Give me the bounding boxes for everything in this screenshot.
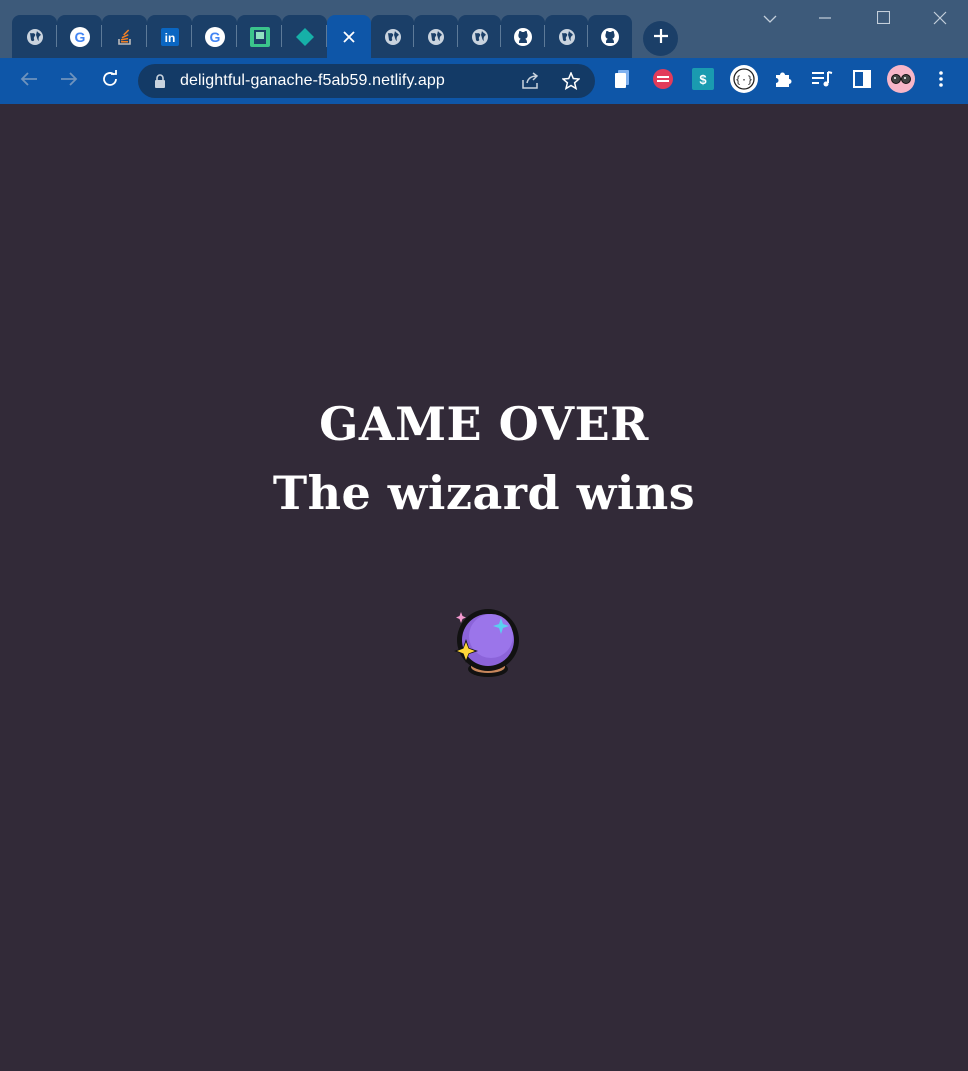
minimize-icon: [819, 11, 831, 29]
green-app-icon: [249, 26, 270, 47]
linkedin-icon: in: [160, 27, 180, 47]
tab-github-1[interactable]: [501, 15, 545, 58]
svg-text:$: $: [699, 72, 707, 87]
tab-globe-5[interactable]: [545, 15, 588, 58]
tab-google-2[interactable]: G: [192, 15, 237, 58]
page-viewport: GAME OVER The wizard wins: [0, 104, 968, 1071]
menu-button[interactable]: [929, 69, 953, 93]
forward-button[interactable]: [54, 66, 84, 96]
more-vert-icon: [938, 70, 944, 93]
arrow-right-icon: [60, 71, 78, 92]
stack-overflow-icon: [115, 27, 135, 47]
reload-button[interactable]: [95, 66, 125, 96]
maximize-button[interactable]: [871, 8, 895, 32]
extension-red[interactable]: [651, 68, 675, 95]
media-control-button[interactable]: [810, 69, 834, 93]
svg-text:G: G: [74, 29, 85, 45]
profile-button[interactable]: [886, 64, 916, 99]
tab-globe-3[interactable]: [414, 15, 458, 58]
globe-icon: [470, 27, 490, 47]
puzzle-icon: [773, 69, 793, 94]
address-bar[interactable]: delightful-ganache-f5ab59.netlify.app: [138, 64, 595, 98]
google-icon: G: [69, 26, 90, 47]
result-text: The wizard wins: [272, 466, 696, 520]
playlist-music-icon: [811, 70, 833, 93]
new-tab-button[interactable]: [643, 21, 678, 56]
globe-icon: [383, 27, 403, 47]
tab-teal-diamond[interactable]: [282, 15, 327, 58]
documents-icon: [614, 69, 632, 94]
arrow-left-icon: [20, 71, 38, 92]
close-window-button[interactable]: [928, 8, 952, 32]
extension-dollar[interactable]: $: [691, 67, 715, 95]
url-text[interactable]: delightful-ganache-f5ab59.netlify.app: [180, 72, 445, 90]
minimize-button[interactable]: [813, 8, 837, 32]
teal-diamond-icon: [295, 27, 315, 47]
red-circle-icon: [652, 68, 674, 95]
share-icon[interactable]: [521, 71, 541, 91]
code-braces-icon: {·}: [729, 64, 759, 99]
github-icon: [600, 27, 620, 47]
star-icon[interactable]: [561, 71, 581, 91]
chevron-down-icon: [763, 11, 777, 29]
tab-linkedin[interactable]: in: [147, 15, 192, 58]
avatar: [886, 64, 916, 99]
side-panel-icon: [853, 69, 871, 93]
tab-strip: G in G: [0, 0, 968, 58]
svg-text:G: G: [209, 29, 220, 45]
maximize-icon: [876, 10, 890, 29]
close-icon: [933, 11, 947, 30]
github-icon: [513, 27, 533, 47]
extension-docs[interactable]: [611, 69, 635, 93]
crystal-ball-icon: [449, 603, 525, 683]
tab-github-2[interactable]: [588, 15, 632, 58]
plus-icon: [653, 28, 669, 49]
google-icon: G: [204, 26, 225, 47]
close-icon[interactable]: [339, 27, 359, 47]
extensions-button[interactable]: [771, 69, 795, 93]
tab-globe-2[interactable]: [371, 15, 414, 58]
tab-google-1[interactable]: G: [57, 15, 102, 58]
dollar-icon: $: [692, 67, 714, 95]
globe-icon: [557, 27, 577, 47]
game-over-title: GAME OVER: [319, 397, 649, 451]
browser-toolbar: delightful-ganache-f5ab59.netlify.app $ …: [0, 58, 968, 104]
side-panel-button[interactable]: [850, 69, 874, 93]
tab-globe-1[interactable]: [12, 15, 57, 58]
tab-active[interactable]: [327, 15, 371, 58]
globe-icon: [426, 27, 446, 47]
lock-icon[interactable]: [150, 71, 170, 91]
svg-text:in: in: [164, 31, 175, 45]
reload-icon: [101, 69, 119, 93]
tab-search-button[interactable]: [758, 8, 782, 32]
tab-globe-4[interactable]: [458, 15, 501, 58]
svg-text:{·}: {·}: [735, 75, 753, 86]
tab-green-app[interactable]: [237, 15, 282, 58]
tab-stack-overflow[interactable]: [102, 15, 147, 58]
globe-icon: [25, 27, 45, 47]
back-button[interactable]: [14, 66, 44, 96]
extension-code[interactable]: {·}: [729, 64, 759, 99]
